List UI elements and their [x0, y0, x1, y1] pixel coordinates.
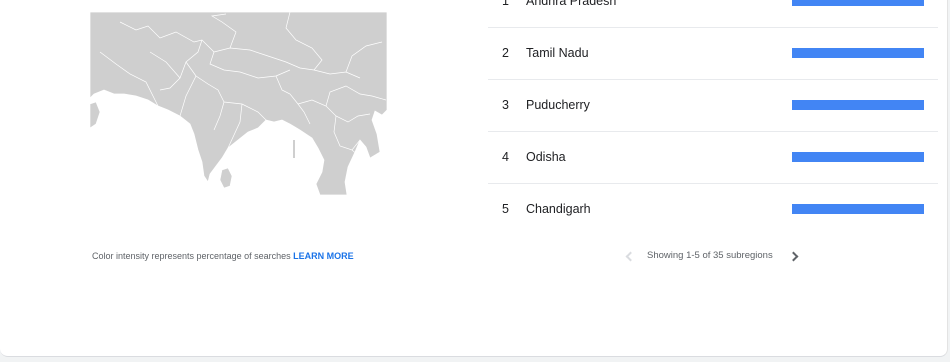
interest-bar [792, 100, 924, 110]
interest-bar [792, 48, 924, 58]
region-name[interactable]: Chandigarh [526, 202, 591, 216]
pagination-label: Showing 1-5 of 35 subregions [647, 250, 773, 261]
list-item[interactable]: 3 Puducherry [488, 80, 938, 132]
interest-by-subregion-card: Color intensity represents percentage of… [0, 0, 948, 357]
list-item[interactable]: 4 Odisha [488, 132, 938, 184]
rank-number: 2 [502, 46, 509, 60]
list-item[interactable]: 1 Andhra Pradesh [488, 0, 938, 28]
rank-number: 4 [502, 150, 509, 164]
rank-number: 5 [502, 202, 509, 216]
chevron-left-icon [624, 247, 636, 263]
pagination: Showing 1-5 of 35 subregions [620, 247, 820, 265]
region-name[interactable]: Tamil Nadu [526, 46, 589, 60]
region-name[interactable]: Odisha [526, 150, 566, 164]
list-item[interactable]: 2 Tamil Nadu [488, 28, 938, 80]
subregion-ranking-list: 1 Andhra Pradesh 2 Tamil Nadu 3 Puducher… [488, 0, 938, 236]
chevron-right-icon[interactable] [788, 247, 799, 263]
list-item[interactable]: 5 Chandigarh [488, 184, 938, 236]
legend-text: Color intensity represents percentage of… [92, 251, 291, 261]
interest-bar [792, 152, 924, 162]
map-legend-note: Color intensity represents percentage of… [92, 251, 354, 261]
region-name[interactable]: Andhra Pradesh [526, 0, 616, 8]
interest-bar [792, 0, 924, 6]
rank-number: 3 [502, 98, 509, 112]
rank-number: 1 [502, 0, 509, 8]
region-map[interactable] [90, 12, 387, 195]
map-island [219, 167, 233, 189]
interest-bar [792, 204, 924, 214]
learn-more-link[interactable]: LEARN MORE [293, 251, 354, 261]
region-name[interactable]: Puducherry [526, 98, 590, 112]
